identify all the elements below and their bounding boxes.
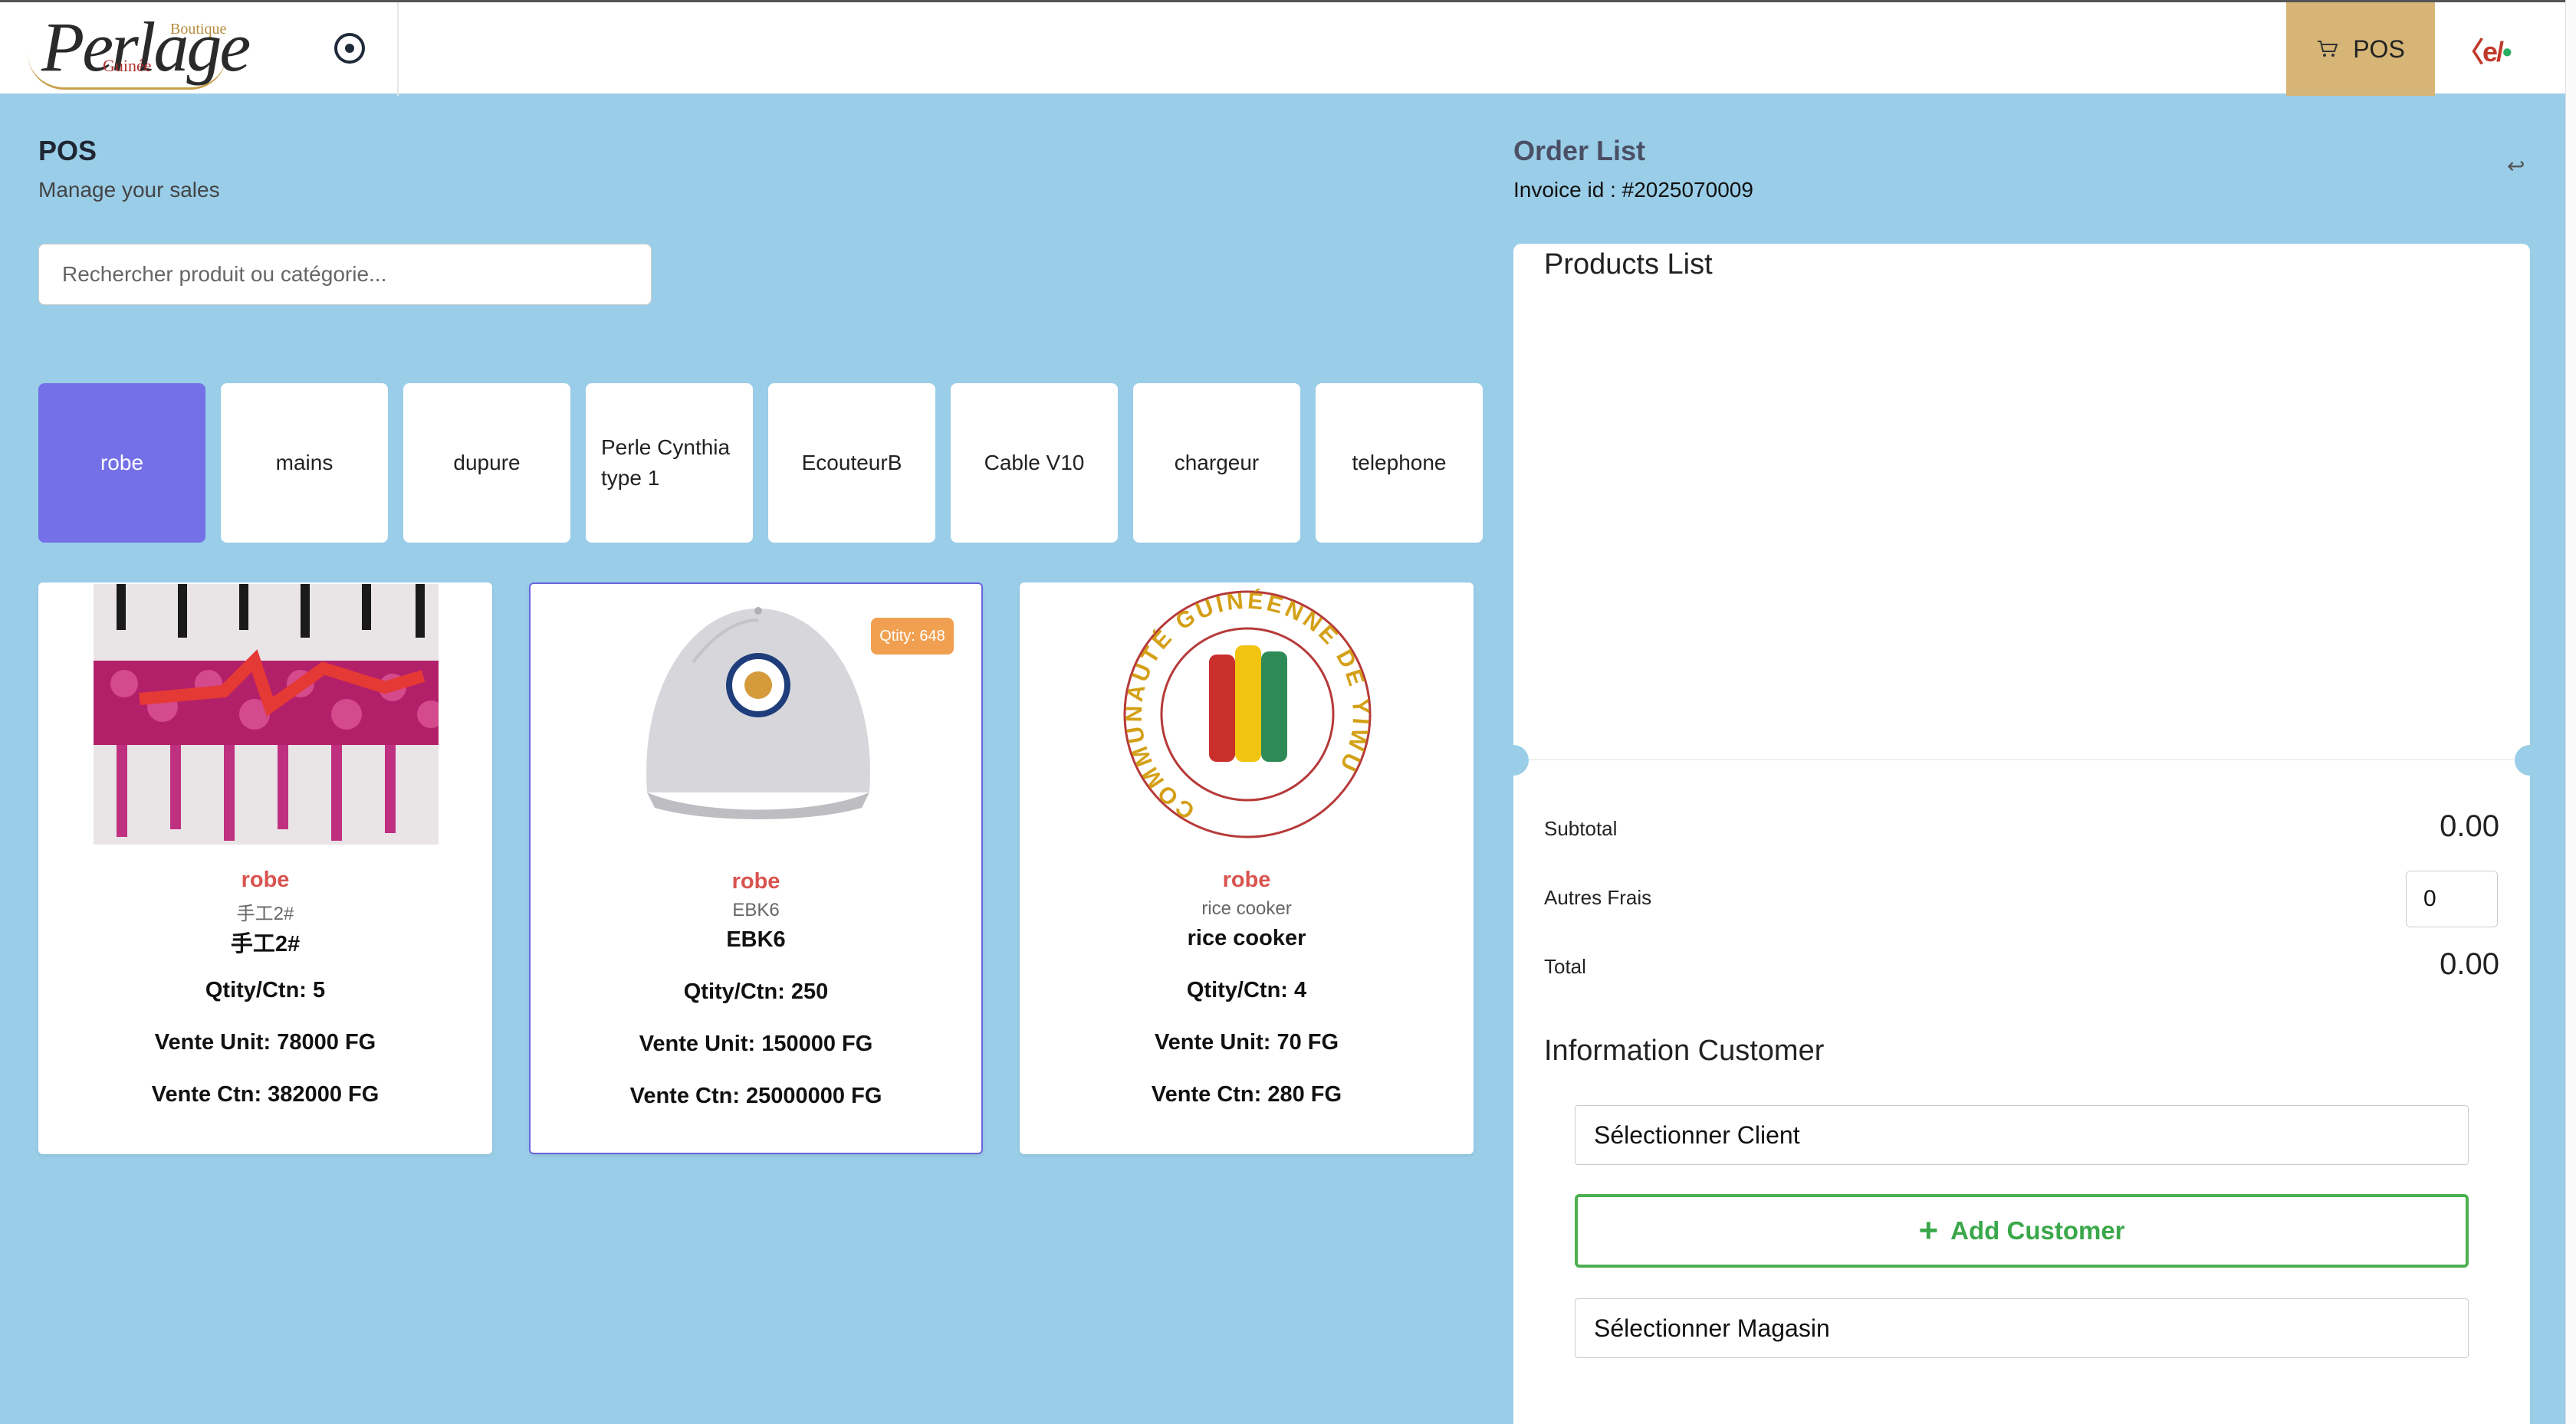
- header-divider: [397, 2, 399, 96]
- category-ecouteurb[interactable]: EcouteurB: [768, 383, 935, 543]
- page-subtitle: Manage your sales: [38, 178, 220, 202]
- product-code-small: EBK6: [732, 900, 780, 920]
- product-card[interactable]: robe EBK6 EBK6 Qtity/Ctn: 250 Vente Unit…: [529, 582, 983, 1154]
- product-image-community-logo: COMMUNAUTÉ GUINÉENNE DE YIWU: [1075, 584, 1420, 845]
- divider-knob-right: [2515, 745, 2545, 776]
- category-dupure[interactable]: dupure: [403, 383, 570, 543]
- select-client-label: Sélectionner Client: [1594, 1120, 1800, 1149]
- select-client[interactable]: Sélectionner Client: [1575, 1105, 2469, 1165]
- product-category: robe: [1222, 868, 1271, 892]
- page-scrollbar[interactable]: [2565, 0, 2576, 1424]
- boutique-logo[interactable]: Perlage Boutique Guinée: [28, 7, 251, 90]
- category-mains[interactable]: mains: [221, 383, 388, 543]
- add-customer-button[interactable]: + Add Customer: [1575, 1194, 2469, 1268]
- brand-mark-icon[interactable]: 〈e/•: [2456, 30, 2512, 70]
- product-card[interactable]: COMMUNAUTÉ GUINÉENNE DE YIWU robe rice c…: [1020, 582, 1474, 1154]
- brand-mark-text: 〈e/: [2456, 36, 2504, 67]
- search-input[interactable]: [38, 244, 652, 305]
- product-vente-ctn: Vente Ctn: 382000 FG: [151, 1082, 380, 1107]
- order-list-title: Order List: [1513, 135, 1646, 166]
- product-grid: robe 手工2# 手工2# Qtity/Ctn: 5 Vente Unit: …: [38, 582, 1474, 1154]
- plus-icon: +: [1918, 1212, 1939, 1249]
- total-label: Total: [1544, 955, 1586, 978]
- category-telephone[interactable]: telephone: [1316, 383, 1483, 543]
- add-customer-label: Add Customer: [1950, 1216, 2125, 1245]
- target-icon[interactable]: [334, 33, 365, 64]
- product-vente-unit: Vente Unit: 78000 FG: [154, 1030, 376, 1055]
- product-category: robe: [731, 869, 780, 894]
- select-magasin-label: Sélectionner Magasin: [1594, 1314, 1830, 1342]
- product-code-small: 手工2#: [236, 904, 294, 924]
- product-qty-ctn: Qtity/Ctn: 4: [1186, 978, 1307, 1002]
- category-perle-cynthia[interactable]: Perle Cynthia type 1: [586, 383, 753, 543]
- pos-tab-label: POS: [2353, 34, 2405, 63]
- product-qty-ctn: Qtity/Ctn: 250: [683, 979, 829, 1004]
- product-category: robe: [241, 868, 290, 892]
- top-header: Perlage Boutique Guinée POS 〈e/•: [0, 0, 2576, 96]
- product-image-beadwork: [94, 584, 439, 845]
- product-vente-ctn: Vente Ctn: 25000000 FG: [629, 1084, 882, 1108]
- category-chargeur[interactable]: chargeur: [1133, 383, 1300, 543]
- product-card[interactable]: robe 手工2# 手工2# Qtity/Ctn: 5 Vente Unit: …: [38, 582, 492, 1154]
- cart-icon: [2318, 41, 2338, 57]
- product-code: rice cooker: [1187, 926, 1306, 950]
- logo-boutique-text: Boutique: [170, 21, 227, 38]
- invoice-id: Invoice id : #2025070009: [1513, 178, 1753, 202]
- product-vente-ctn: Vente Ctn: 280 FG: [1151, 1082, 1342, 1107]
- subtotal-value: 0.00: [2440, 809, 2499, 843]
- product-code: EBK6: [726, 927, 786, 952]
- order-divider: [1513, 759, 2530, 760]
- information-customer-title: Information Customer: [1544, 1035, 1825, 1067]
- undo-icon[interactable]: ↩: [2507, 153, 2525, 179]
- total-value: 0.00: [2440, 947, 2499, 981]
- product-code: 手工2#: [230, 932, 301, 956]
- product-vente-unit: Vente Unit: 70 FG: [1154, 1030, 1339, 1055]
- subtotal-label: Subtotal: [1544, 817, 1618, 840]
- products-list-title: Products List: [1544, 248, 1713, 281]
- category-cable-v10[interactable]: Cable V10: [951, 383, 1118, 543]
- logo-guinee-text: Guinée: [103, 56, 152, 75]
- select-magasin[interactable]: Sélectionner Magasin: [1575, 1298, 2469, 1358]
- product-qty-ctn: Qtity/Ctn: 5: [205, 978, 326, 1002]
- pos-tab[interactable]: POS: [2286, 2, 2435, 96]
- category-robe[interactable]: robe: [38, 383, 205, 543]
- divider-knob-left: [1498, 745, 1529, 776]
- page-title: POS: [38, 135, 97, 166]
- autres-frais-input[interactable]: [2406, 871, 2498, 927]
- product-code-small: rice cooker: [1201, 898, 1292, 919]
- autres-frais-label: Autres Frais: [1544, 886, 1652, 909]
- product-vente-unit: Vente Unit: 150000 FG: [639, 1032, 873, 1056]
- category-list: robe mains dupure Perle Cynthia type 1 E…: [38, 383, 1483, 543]
- stock-badge: Qtity: 648: [871, 618, 954, 655]
- order-panel: Products List Subtotal 0.00 Autres Frais…: [1498, 244, 2545, 1424]
